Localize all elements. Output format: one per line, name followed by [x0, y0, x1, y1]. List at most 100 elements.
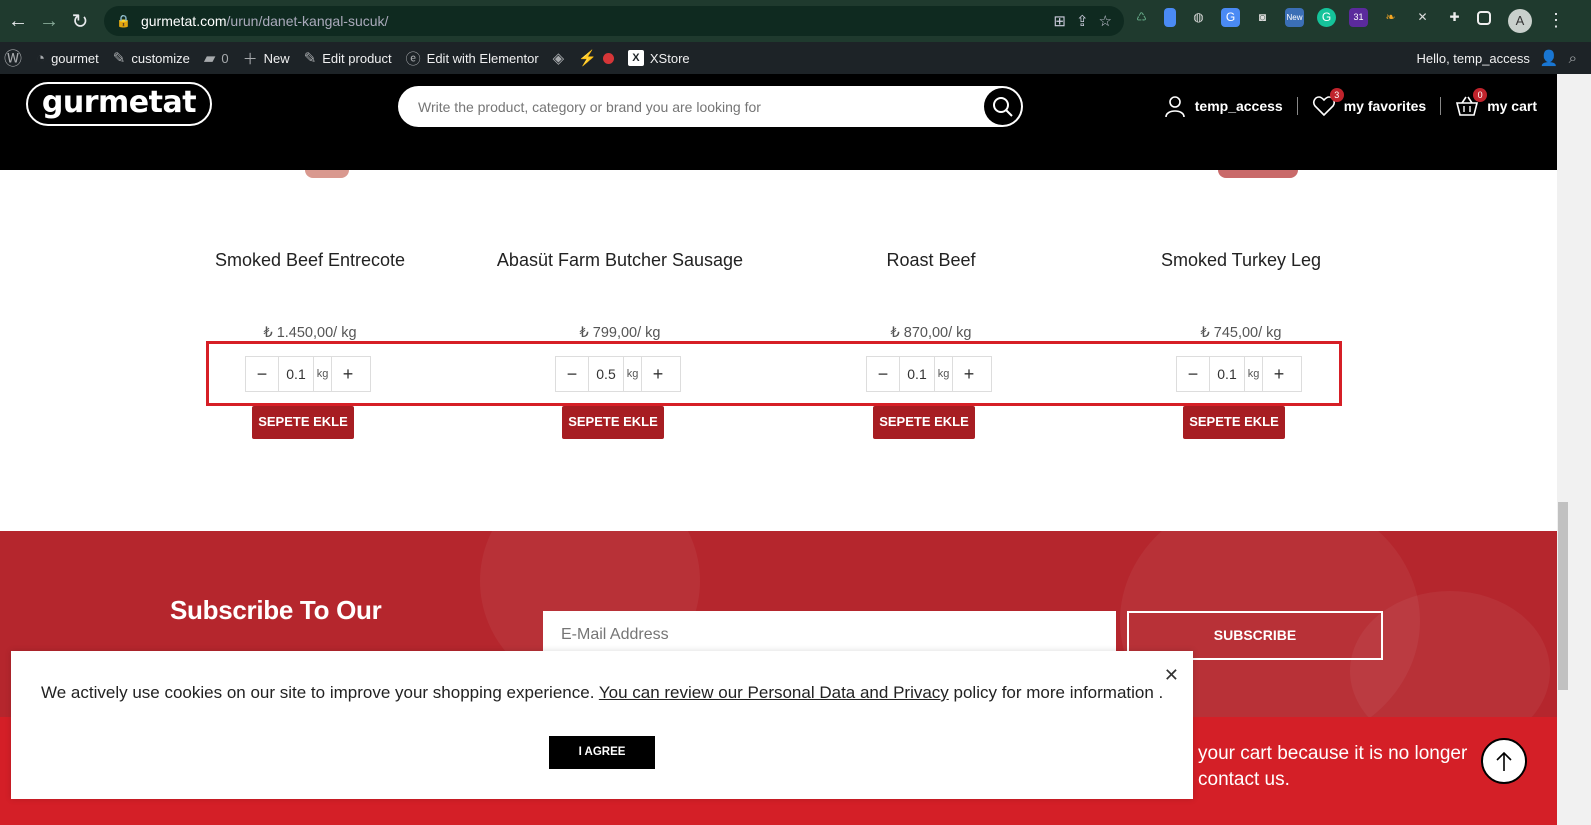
- add-to-cart-button[interactable]: SEPETE EKLE: [252, 406, 354, 439]
- docs-extension-icon[interactable]: [1164, 8, 1176, 27]
- kebab-menu-icon[interactable]: ⋮: [1547, 10, 1565, 31]
- cookie-text-before: We actively use cookies on our site to i…: [41, 683, 599, 702]
- cookie-banner: We actively use cookies on our site to i…: [11, 651, 1193, 799]
- brush-icon: ✎: [112, 50, 126, 67]
- notice-line-2: contact us.: [1198, 769, 1290, 790]
- privacy-policy-link[interactable]: You can review our Personal Data and Pri…: [599, 683, 949, 702]
- camera-extension-icon[interactable]: ◙: [1253, 8, 1272, 27]
- lock-icon: 🔒: [116, 14, 131, 28]
- back-arrow-icon[interactable]: ←: [2, 5, 34, 37]
- wp-comments-count: 0: [221, 50, 229, 66]
- user-icon[interactable]: 👤: [1540, 49, 1559, 67]
- plus-icon: ＋: [242, 50, 258, 68]
- url-path: /urun/danet-kangal-sucuk/: [226, 13, 389, 29]
- annotation-highlight-box: [206, 341, 1342, 406]
- wp-xstore-link[interactable]: X XStore: [627, 50, 690, 66]
- google-translate-extension-icon[interactable]: G: [1221, 8, 1240, 27]
- search-icon: [992, 96, 1013, 117]
- search-button[interactable]: [984, 88, 1021, 125]
- wp-customize-label: customize: [131, 50, 190, 66]
- yoast-icon: ⚡: [578, 50, 597, 67]
- feather-extension-icon[interactable]: ❧: [1381, 8, 1400, 27]
- cart-label: my cart: [1487, 98, 1537, 114]
- add-to-cart-button[interactable]: SEPETE EKLE: [1183, 406, 1285, 439]
- search-bar: [398, 86, 1023, 127]
- scrollbar-thumb[interactable]: [1558, 502, 1568, 690]
- add-to-cart-button[interactable]: SEPETE EKLE: [562, 406, 664, 439]
- wp-new-label: New: [263, 50, 290, 66]
- product-name[interactable]: Smoked Beef Entrecote: [155, 250, 465, 271]
- bookmark-star-icon[interactable]: ☆: [1099, 12, 1112, 30]
- site-logo[interactable]: gurmetat: [26, 82, 212, 126]
- share-icon[interactable]: ⇪: [1076, 12, 1089, 30]
- product-name[interactable]: Smoked Turkey Leg: [1086, 250, 1396, 271]
- wordpress-icon: Ⓦ: [4, 49, 22, 69]
- forward-arrow-icon[interactable]: →: [33, 5, 65, 37]
- wp-logo-button[interactable]: Ⓦ: [4, 45, 22, 71]
- recycle-extension-icon[interactable]: ♺: [1132, 8, 1151, 27]
- address-bar[interactable]: 🔒 gurmetat.com/urun/danet-kangal-sucuk/ …: [104, 6, 1124, 36]
- add-to-cart-button[interactable]: SEPETE EKLE: [873, 406, 975, 439]
- wp-site-label: gourmet: [51, 50, 99, 66]
- arrow-up-icon: [1496, 751, 1512, 771]
- page-scrollbar[interactable]: [1557, 74, 1591, 825]
- pencil-icon: ✎: [303, 50, 317, 67]
- url-host: gurmetat.com: [140, 13, 227, 29]
- wp-edit-product-link[interactable]: ✎ Edit product: [304, 49, 392, 67]
- xstore-icon: X: [627, 50, 644, 66]
- cart-link[interactable]: 0 my cart: [1441, 88, 1537, 118]
- seo-status-dot: [602, 52, 614, 64]
- puzzle-extensions-icon[interactable]: ✚: [1445, 8, 1464, 27]
- extensions-area: ♺ ◍ G ◙ New G 31 ❧ ✕ ✚: [1132, 8, 1491, 27]
- user-icon: [1164, 96, 1185, 118]
- new-extension-icon[interactable]: New: [1285, 8, 1304, 27]
- browser-toolbar: ← → ↻ 🔒 gurmetat.com/urun/danet-kangal-s…: [0, 0, 1591, 42]
- product-name[interactable]: Roast Beef: [776, 250, 1086, 271]
- product-price: ₺ 1.450,00/ kg: [263, 325, 357, 341]
- search-input[interactable]: [418, 86, 978, 127]
- wp-new-link[interactable]: ＋ New: [243, 48, 290, 69]
- close-icon[interactable]: ✕: [1164, 665, 1179, 686]
- agree-button[interactable]: I AGREE: [549, 736, 655, 769]
- wp-xstore-label: XStore: [649, 50, 690, 66]
- newsletter-title: Subscribe To Our: [170, 595, 382, 625]
- grammarly-extension-icon[interactable]: G: [1317, 8, 1336, 27]
- account-link[interactable]: temp_access: [1149, 94, 1297, 118]
- elementor-icon: ⓔ: [405, 50, 421, 68]
- account-label: temp_access: [1194, 98, 1283, 114]
- notice-line-1: your cart because it is no longer: [1198, 743, 1468, 764]
- wp-diamond-link[interactable]: ◈: [553, 49, 565, 67]
- wp-comments-link[interactable]: ▰ 0: [204, 49, 229, 67]
- comment-icon: ▰: [203, 50, 216, 67]
- scroll-to-top-button[interactable]: [1481, 738, 1527, 784]
- favorites-link[interactable]: 3 my favorites: [1298, 88, 1440, 118]
- wp-greeting[interactable]: Hello, temp_access: [1416, 51, 1529, 66]
- search-icon[interactable]: ⌕: [1569, 50, 1577, 67]
- side-panel-icon[interactable]: [1477, 10, 1491, 25]
- cookie-message: We actively use cookies on our site to i…: [41, 683, 1163, 703]
- globe-extension-icon[interactable]: ◍: [1189, 8, 1208, 27]
- reload-icon[interactable]: ↻: [64, 5, 96, 37]
- cart-count-badge: 0: [1473, 88, 1488, 102]
- wp-customize-link[interactable]: ✎ customize: [113, 49, 190, 67]
- wp-elementor-link[interactable]: ⓔ Edit with Elementor: [406, 48, 539, 69]
- wp-elementor-label: Edit with Elementor: [426, 50, 539, 66]
- product-price: ₺ 745,00/ kg: [1200, 325, 1282, 341]
- wp-yoast-link[interactable]: ⚡: [578, 49, 614, 67]
- product-image[interactable]: [1218, 170, 1298, 178]
- wp-site-link[interactable]: ◔ gourmet: [36, 50, 99, 67]
- profile-avatar[interactable]: A: [1508, 9, 1532, 33]
- diamond-icon: ◈: [552, 50, 565, 67]
- wp-edit-product-label: Edit product: [322, 50, 392, 66]
- favorites-label: my favorites: [1343, 98, 1427, 114]
- dashboard-icon: ◔: [36, 49, 46, 67]
- favorites-count-badge: 3: [1329, 88, 1344, 102]
- x-extension-icon[interactable]: ✕: [1413, 8, 1432, 27]
- cookie-text-after: policy for more information .: [948, 683, 1164, 702]
- calendar-extension-icon[interactable]: 31: [1349, 8, 1368, 27]
- product-image[interactable]: [305, 170, 349, 178]
- wp-admin-bar: Ⓦ ◔ gourmet ✎ customize ▰ 0 ＋ New ✎ Edit prod…: [0, 42, 1591, 74]
- product-name[interactable]: Abasüt Farm Butcher Sausage: [465, 250, 775, 271]
- translate-icon[interactable]: ⊞: [1053, 12, 1066, 30]
- site-header: gurmetat temp_access 3 my favorites 0 my…: [0, 74, 1557, 170]
